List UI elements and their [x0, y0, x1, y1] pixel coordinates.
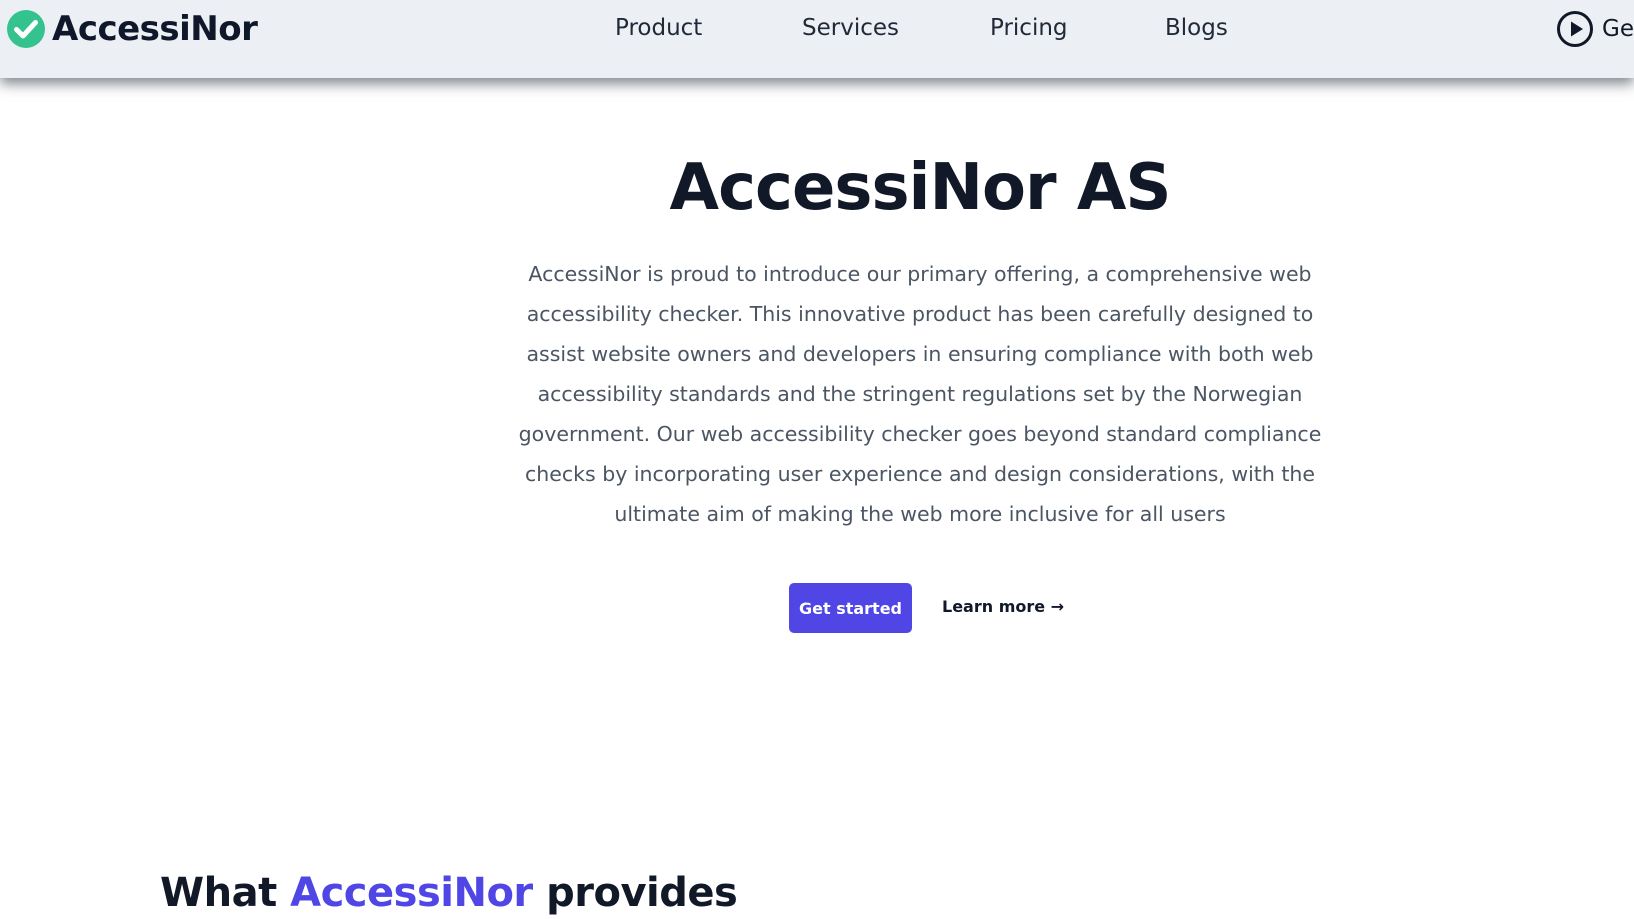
check-circle-icon: [7, 10, 45, 48]
brand-logo-link[interactable]: AccessiNor: [6, 9, 258, 49]
get-started-button[interactable]: Get started: [789, 583, 912, 633]
section-title: What AccessiNor provides: [160, 870, 738, 916]
nav-cta-label: Get: [1602, 16, 1634, 42]
brand-name: AccessiNor: [52, 9, 258, 49]
section-title-suffix: provides: [532, 870, 738, 916]
top-navbar: AccessiNor Product Services Pricing Blog…: [0, 0, 1634, 78]
hero-title: AccessiNor AS: [669, 151, 1172, 225]
nav-link-services[interactable]: Services: [802, 15, 899, 41]
section-title-prefix: What: [160, 870, 291, 916]
get-started-nav-button[interactable]: Get: [1556, 10, 1634, 48]
nav-link-product[interactable]: Product: [615, 15, 702, 41]
learn-more-link[interactable]: Learn more →: [942, 597, 1064, 616]
nav-link-blogs[interactable]: Blogs: [1165, 15, 1228, 41]
nav-link-pricing[interactable]: Pricing: [990, 15, 1068, 41]
play-circle-icon: [1557, 11, 1593, 47]
hero-description: AccessiNor is proud to introduce our pri…: [518, 262, 1322, 526]
section-title-accent: AccessiNor: [290, 870, 533, 916]
